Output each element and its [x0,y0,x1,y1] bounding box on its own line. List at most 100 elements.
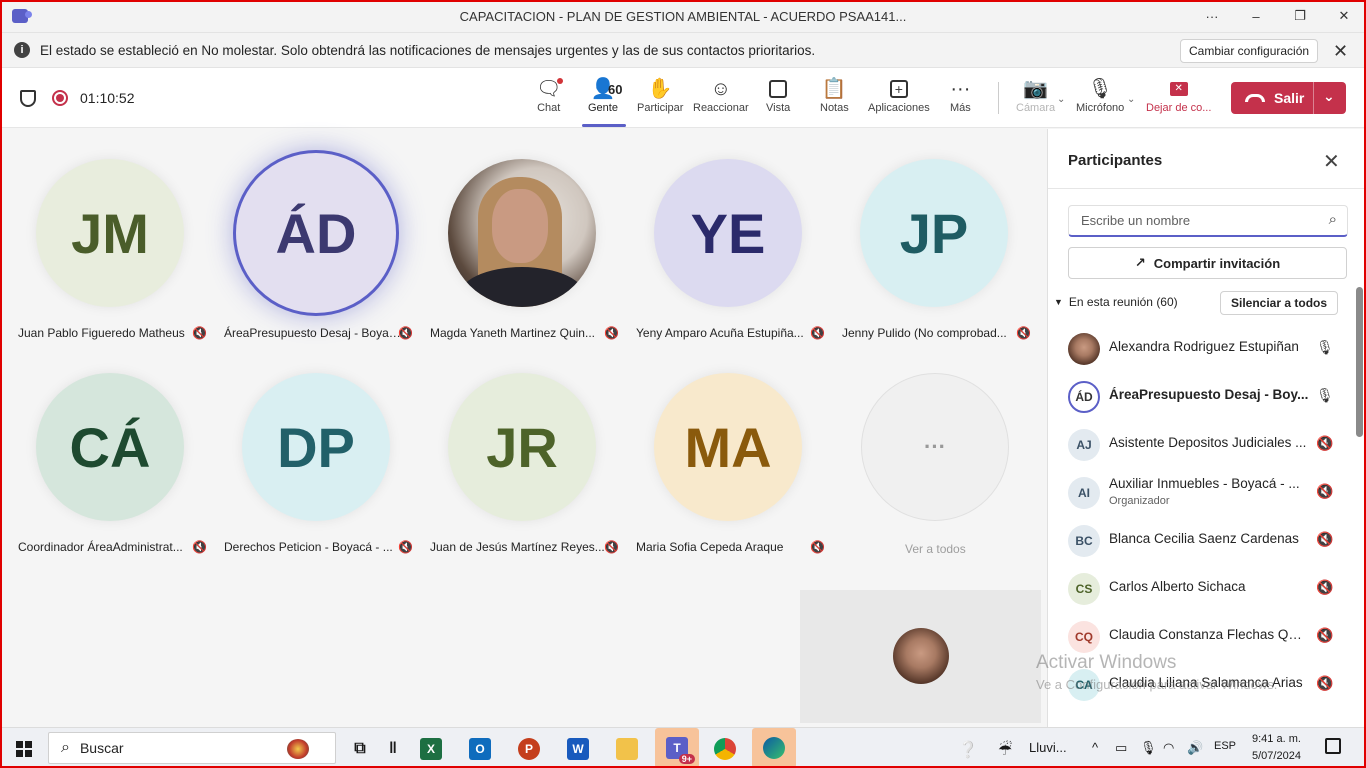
microphone-button[interactable]: 🎙 Micrófono [1076,76,1124,114]
muted-mic-icon: 🔇 [1316,483,1334,499]
word-icon[interactable]: W [563,734,593,764]
participant-avatar: JM [36,159,184,307]
notes-button[interactable]: 📋 Notas [820,76,849,114]
microphone-icon: 🎙 [1316,339,1334,355]
participant-name: Claudia Constanza Flechas Qui... [1109,627,1309,642]
weather-label[interactable]: Lluvi... [1029,740,1067,755]
file-explorer-icon[interactable] [612,734,642,764]
shield-icon[interactable] [20,90,36,107]
mic-options-chevron-icon[interactable]: ⌄ [1127,94,1135,105]
participant-row[interactable]: CS Carlos Alberto Sichaca 🔇 [1048,565,1354,613]
section-label: En esta reunión (60) [1068,295,1178,309]
leave-label: Salir [1274,90,1305,106]
participant-name: Alexandra Rodriguez Estupiñan [1109,339,1299,354]
participant-row[interactable]: AI Auxiliar Inmuebles - Boyacá - ... Organ… [1048,469,1354,517]
share-invite-button[interactable]: ↗ Compartir invitación [1068,247,1347,279]
self-view[interactable] [800,590,1041,723]
leave-options-chevron-icon[interactable]: ⌄ [1323,88,1335,105]
microphone-icon: 🎙 [1316,387,1334,403]
leave-button[interactable]: Salir ⌄ [1231,82,1346,114]
outlook-icon[interactable]: O [465,734,495,764]
smiley-icon: ☺ [710,78,732,100]
chat-label: Chat [537,102,561,114]
camera-off-icon: 📷 [1023,78,1049,100]
camera-options-chevron-icon[interactable]: ⌄ [1057,94,1065,105]
chat-unread-dot [557,78,564,84]
chat-button[interactable]: 🗨 Chat [536,76,564,114]
help-icon[interactable]: ❔ [958,740,978,760]
system-clock[interactable]: 9:41 a. m. 5/07/2024 [1252,731,1301,765]
teams-taskbar-icon[interactable]: T 9+ [655,728,699,768]
muted-mic-icon: 🔇 [1316,579,1334,595]
participant-name: Auxiliar Inmuebles - Boyacá - ... [1109,476,1300,491]
participant-avatar: MA [654,373,802,521]
powerpoint-icon[interactable]: P [514,734,544,764]
mute-all-button[interactable]: Silenciar a todos [1220,291,1339,315]
volume-icon[interactable]: 🔊 [1187,740,1203,756]
view-button[interactable]: Vista [766,76,790,114]
close-icon[interactable]: ✕ [1333,41,1348,62]
activation-watermark-title: Activar Windows [1036,652,1177,673]
windows-taskbar: ⌕ Buscar ⧉ ‖ X O P W T 9+ ❔ ☔ Lluvi... ^ … [0,727,1366,768]
teams-badge: 9+ [678,754,695,764]
wifi-icon[interactable]: ◠ [1163,740,1174,756]
minimize-button[interactable]: – [1234,0,1278,32]
participant-avatar: ÁD [1068,381,1100,413]
participant-row[interactable]: Alexandra Rodriguez Estupiñan 🎙 [1048,325,1354,373]
apps-button[interactable]: + Aplicaciones [868,76,930,114]
participant-avatar: AI [1068,477,1100,509]
participant-name: Asistente Depositos Judiciales ... [1109,435,1307,450]
participant-search-input[interactable]: Escribe un nombre ⌕ [1068,205,1348,237]
raise-hand-button[interactable]: ✋ Participar [637,76,683,114]
camera-button[interactable]: 📷 Cámara [1016,76,1055,114]
weather-icon[interactable]: ☔ [998,740,1012,760]
close-panel-icon[interactable]: ✕ [1323,149,1340,174]
task-view-icon[interactable]: ⧉ [345,734,375,764]
participant-row[interactable]: BC Blanca Cecilia Saenz Cardenas 🔇 [1048,517,1354,565]
start-button[interactable] [16,741,32,757]
participant-avatar: CQ [1068,621,1100,653]
muted-mic-icon: 🔇 [1316,531,1334,547]
excel-icon[interactable]: X [416,734,446,764]
add-app-icon: + [889,80,908,98]
widgets-icon[interactable]: ‖ [378,734,408,764]
language-indicator[interactable]: ESP [1214,740,1236,752]
muted-mic-icon: 🔇 [192,540,207,554]
chrome-icon[interactable] [710,734,740,764]
participant-row[interactable]: ÁD ÁreaPresupuesto Desaj - Boy... 🎙 [1048,373,1354,421]
participant-row[interactable]: AJ Asistente Depositos Judiciales ... 🔇 [1048,421,1354,469]
participant-avatar: CÁ [36,373,184,521]
participant-name: Maria Sofia Cepeda Araque [636,540,784,554]
notes-icon: 📋 [821,78,847,100]
participant-avatar: ÁD [233,150,399,316]
hand-icon: ✋ [647,78,673,100]
show-hidden-icons-icon[interactable]: ^ [1092,740,1098,755]
restore-button[interactable]: ❐ [1278,0,1322,32]
see-all-label[interactable]: Ver a todos [905,542,966,556]
in-meeting-section-toggle[interactable]: ▼ En esta reunión (60) [1054,295,1178,309]
muted-mic-icon: 🔇 [810,540,825,554]
stop-sharing-button[interactable]: ✕ Dejar de co... [1146,76,1211,114]
react-button[interactable]: ☺ Reaccionar [693,76,749,114]
chat-icon: 🗨 [536,78,564,100]
edge-icon[interactable] [752,728,796,768]
apps-label: Aplicaciones [868,102,930,114]
muted-mic-icon: 🔇 [810,326,825,340]
more-participants-icon: ··· [861,373,1009,521]
active-tab-indicator [582,124,626,127]
panel-scrollbar[interactable] [1356,287,1363,437]
participant-avatar: BC [1068,525,1100,557]
muted-mic-icon: 🔇 [604,326,619,340]
taskbar-search[interactable]: ⌕ Buscar [48,732,336,764]
more-label: Más [950,102,971,114]
search-placeholder: Escribe un nombre [1081,213,1191,228]
notification-center-icon[interactable] [1325,738,1341,754]
more-options-button[interactable]: ··· [1190,0,1234,32]
camera-label: Cámara [1016,102,1056,114]
participants-panel: Participantes ✕ Escribe un nombre ⌕ ↗ Co… [1047,129,1366,727]
change-settings-button[interactable]: Cambiar configuración [1180,39,1319,63]
close-window-button[interactable]: ✕ [1322,0,1366,32]
panel-divider [1048,188,1366,189]
participant-photo [448,159,596,307]
more-button[interactable]: ··· Más [950,76,971,114]
